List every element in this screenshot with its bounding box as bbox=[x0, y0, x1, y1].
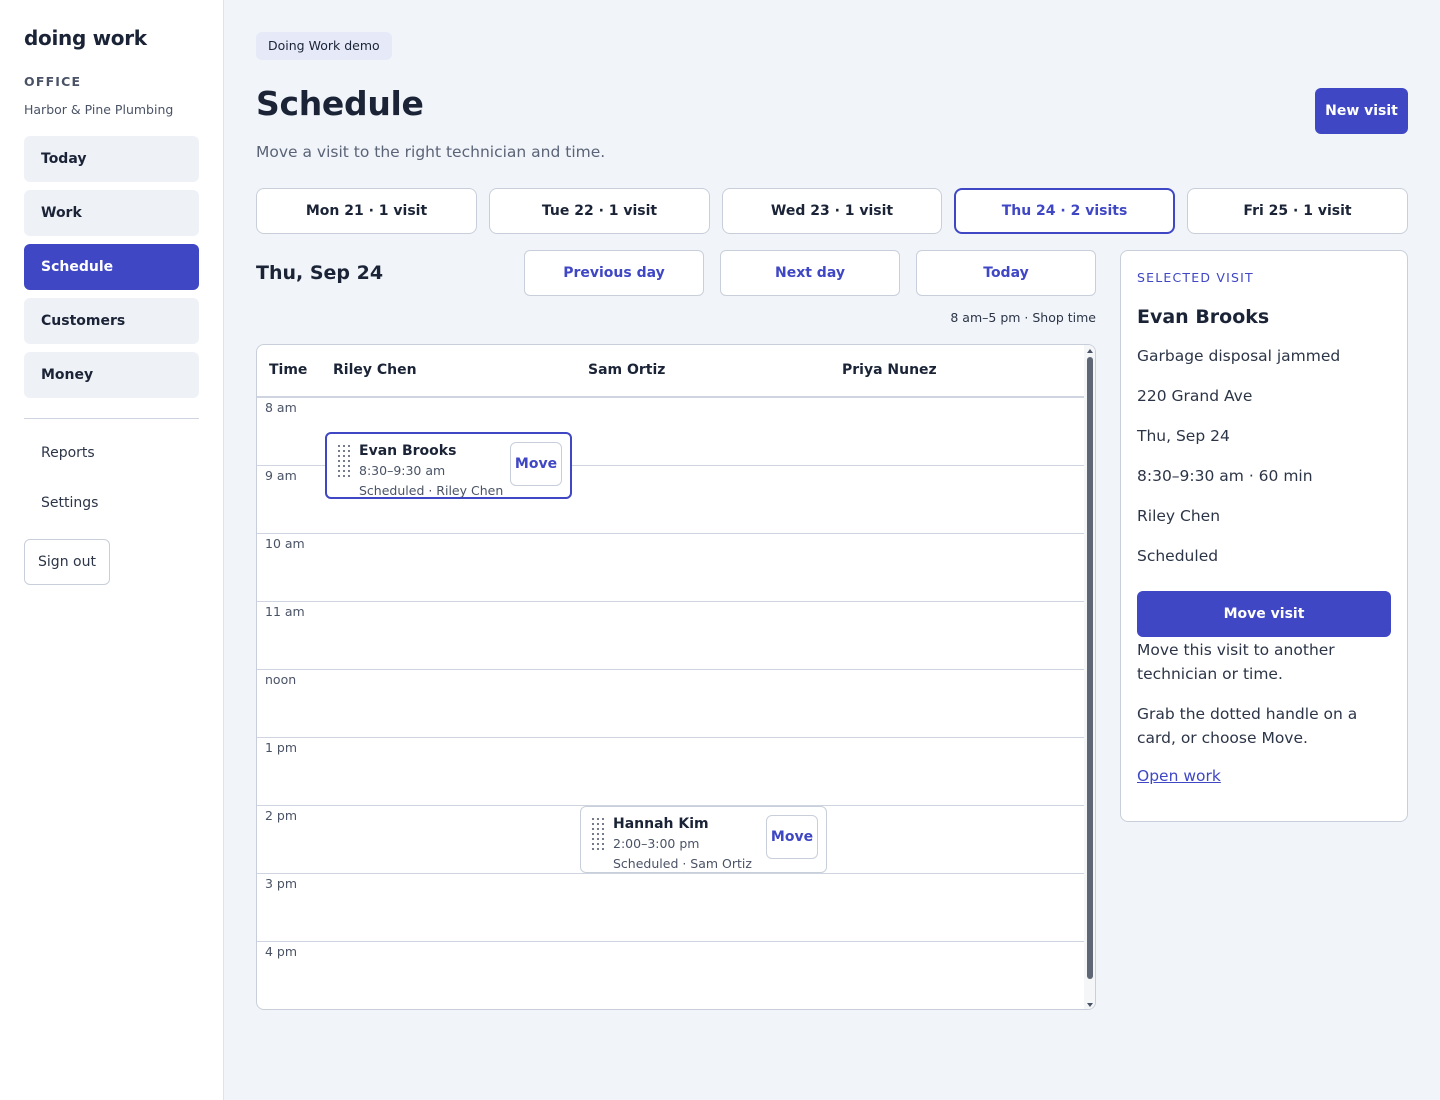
move-button[interactable]: Move bbox=[766, 815, 818, 859]
visit-time: 8:30–9:30 am bbox=[359, 463, 446, 478]
sidebar-item-schedule[interactable]: Schedule bbox=[24, 244, 199, 290]
shop-hours-note: 8 am–5 pm · Shop time bbox=[950, 310, 1096, 325]
panel-technician: Riley Chen bbox=[1137, 507, 1221, 525]
day-heading: Thu, Sep 24 bbox=[256, 262, 384, 284]
sidebar-divider bbox=[24, 418, 199, 419]
hour-row: 4 pm bbox=[257, 942, 1086, 1009]
move-button[interactable]: Move bbox=[510, 442, 562, 486]
scrollbar-thumb[interactable] bbox=[1087, 357, 1093, 979]
visit-card-hannah-kim[interactable]: Hannah Kim 2:00–3:00 pm Scheduled · Sam … bbox=[580, 806, 827, 873]
sidebar: doing work OFFICE Harbor & Pine Plumbing… bbox=[0, 0, 224, 1100]
day-tab-tue[interactable]: Tue 22 · 1 visit bbox=[489, 188, 710, 234]
visit-status: Scheduled · Riley Chen bbox=[359, 483, 504, 498]
scroll-down-icon[interactable] bbox=[1087, 1003, 1093, 1007]
hour-row: 11 am bbox=[257, 602, 1086, 670]
drag-hint: Grab the dotted handle on a card, or cho… bbox=[1137, 705, 1358, 747]
page-subtitle: Move a visit to the right technician and… bbox=[256, 143, 606, 161]
scrollbar[interactable] bbox=[1084, 345, 1095, 1009]
move-hint: Move this visit to another technician or… bbox=[1137, 641, 1335, 683]
hour-label: 4 pm bbox=[265, 944, 298, 959]
schedule-grid: Time Riley Chen Sam Ortiz Priya Nunez 8 … bbox=[256, 344, 1096, 1010]
new-visit-button[interactable]: New visit bbox=[1315, 88, 1408, 134]
sign-out-button[interactable]: Sign out bbox=[24, 539, 110, 585]
panel-address: 220 Grand Ave bbox=[1137, 387, 1253, 405]
hour-row: 3 pm bbox=[257, 874, 1086, 942]
sidebar-item-customers[interactable]: Customers bbox=[24, 298, 199, 344]
panel-date: Thu, Sep 24 bbox=[1137, 427, 1230, 445]
technician-column-header: Priya Nunez bbox=[842, 362, 937, 378]
panel-problem: Garbage disposal jammed bbox=[1137, 347, 1341, 365]
scroll-up-icon[interactable] bbox=[1087, 349, 1093, 353]
hour-row: noon bbox=[257, 670, 1086, 738]
previous-day-button[interactable]: Previous day bbox=[524, 250, 704, 296]
hour-label: 10 am bbox=[265, 536, 305, 551]
hour-label: 1 pm bbox=[265, 740, 298, 755]
sidebar-item-money[interactable]: Money bbox=[24, 352, 199, 398]
panel-time: 8:30–9:30 am · 60 min bbox=[1137, 467, 1313, 485]
page-title: Schedule bbox=[256, 84, 424, 123]
hour-row: 1 pm bbox=[257, 738, 1086, 806]
hour-label: 3 pm bbox=[265, 876, 298, 891]
office-name: Harbor & Pine Plumbing bbox=[24, 102, 174, 117]
drag-handle-icon[interactable] bbox=[591, 817, 605, 853]
hour-label: 9 am bbox=[265, 468, 297, 483]
grid-header: Time Riley Chen Sam Ortiz Priya Nunez bbox=[257, 345, 1086, 398]
selected-visit-panel: SELECTED VISIT Evan Brooks Garbage dispo… bbox=[1120, 250, 1408, 822]
open-work-link[interactable]: Open work bbox=[1137, 767, 1221, 785]
visit-status: Scheduled · Sam Ortiz bbox=[613, 856, 752, 871]
day-tab-wed[interactable]: Wed 23 · 1 visit bbox=[722, 188, 942, 234]
visit-customer-name: Evan Brooks bbox=[359, 443, 457, 459]
technician-column-header: Riley Chen bbox=[333, 362, 417, 378]
today-button[interactable]: Today bbox=[916, 250, 1096, 296]
panel-label: SELECTED VISIT bbox=[1137, 270, 1254, 285]
day-tab-thu[interactable]: Thu 24 · 2 visits bbox=[954, 188, 1175, 234]
time-column-header: Time bbox=[269, 362, 308, 378]
visit-card-evan-brooks[interactable]: Evan Brooks 8:30–9:30 am Scheduled · Ril… bbox=[325, 432, 572, 499]
sidebar-item-work[interactable]: Work bbox=[24, 190, 199, 236]
day-tab-fri[interactable]: Fri 25 · 1 visit bbox=[1187, 188, 1408, 234]
visit-time: 2:00–3:00 pm bbox=[613, 836, 700, 851]
brand-logo: doing work bbox=[24, 26, 147, 50]
next-day-button[interactable]: Next day bbox=[720, 250, 900, 296]
hour-label: noon bbox=[265, 672, 297, 687]
technician-column-header: Sam Ortiz bbox=[588, 362, 666, 378]
demo-badge: Doing Work demo bbox=[256, 32, 392, 60]
hour-label: 2 pm bbox=[265, 808, 298, 823]
hour-label: 11 am bbox=[265, 604, 305, 619]
panel-status: Scheduled bbox=[1137, 547, 1219, 565]
office-label: OFFICE bbox=[24, 74, 82, 89]
sidebar-item-settings[interactable]: Settings bbox=[41, 495, 98, 511]
visit-customer-name: Hannah Kim bbox=[613, 816, 709, 832]
hour-label: 8 am bbox=[265, 400, 297, 415]
hour-row: 10 am bbox=[257, 534, 1086, 602]
day-tab-mon[interactable]: Mon 21 · 1 visit bbox=[256, 188, 477, 234]
sidebar-item-reports[interactable]: Reports bbox=[41, 445, 95, 461]
move-visit-button[interactable]: Move visit bbox=[1137, 591, 1391, 637]
drag-handle-icon[interactable] bbox=[337, 444, 351, 480]
panel-customer-name: Evan Brooks bbox=[1137, 306, 1270, 328]
sidebar-item-today[interactable]: Today bbox=[24, 136, 199, 182]
